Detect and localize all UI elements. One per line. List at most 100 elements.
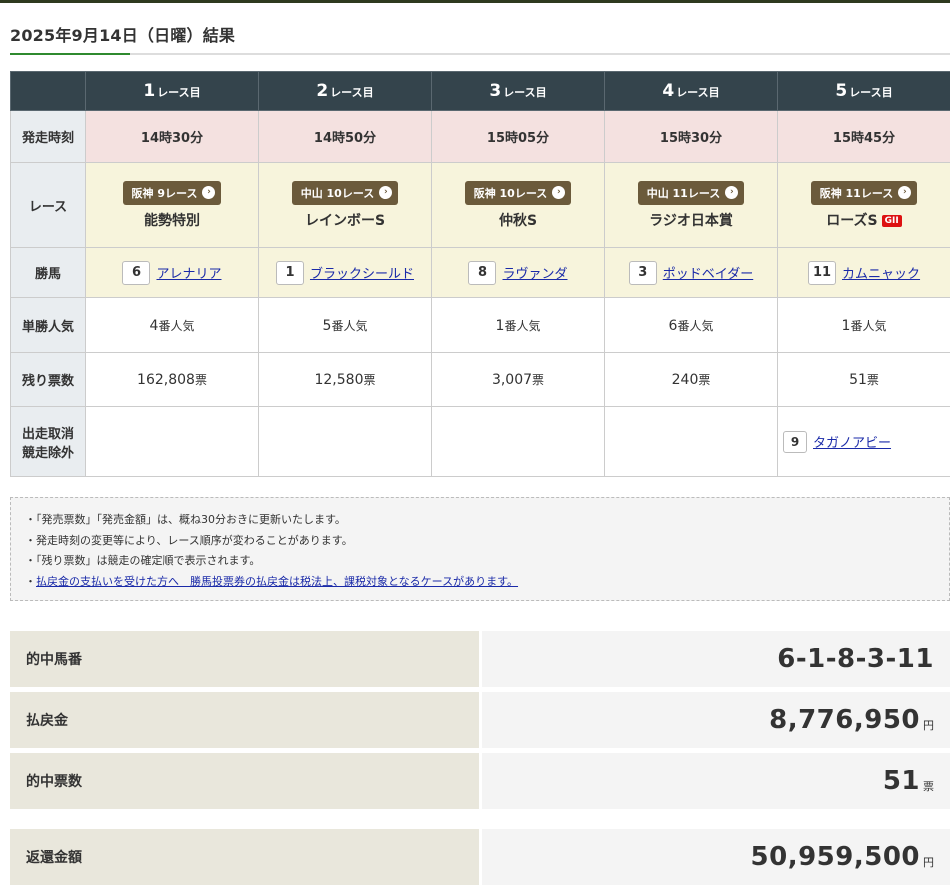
results-table: 1 レース目 2 レース目 3 レース目 4 レース目 5 レース目 発走時刻 14時30… — [10, 71, 950, 477]
race-name-4: ラジオ日本賞 — [649, 212, 733, 229]
note-link-item: 払戻金の支払いを受けた方へ 勝馬投票券の払戻金は税法上、課税対象となるケースがあ… — [25, 572, 935, 593]
summary-value-box: 8,776,950 円 — [482, 692, 950, 748]
horse-name-link[interactable]: ブラックシールド — [310, 263, 414, 282]
race-cell-2: 中山 10レース › レインボーS — [258, 162, 432, 248]
remaining-3: 3,007票 — [431, 352, 605, 407]
horse-number: 1 — [275, 260, 304, 285]
note-item: 発走時刻の変更等により、レース順序が変わることがあります。 — [25, 531, 935, 552]
remaining-tickets-row: 残り票数 162,808票 12,580票 3,007票 240票 51票 — [10, 352, 950, 407]
header-corner — [10, 71, 86, 111]
row-label-race: レース — [10, 162, 86, 248]
winner-cell-4: 3 ポッドベイダー — [604, 247, 778, 298]
row-label-scratch: 出走取消 競走除外 — [10, 406, 86, 477]
winner-row: 勝馬 6 アレナリア 1 ブラックシールド 8 ラヴァンダ 3 ポッドベイダー 11 カム… — [10, 247, 950, 298]
chevron-right-icon: › — [725, 186, 739, 199]
popularity-5: 1番人気 — [777, 297, 950, 353]
title-divider — [10, 53, 950, 55]
row-label-winner: 勝馬 — [10, 247, 86, 298]
summary-label: 的中馬番 — [10, 631, 479, 687]
remaining-2: 12,580票 — [258, 352, 432, 407]
summary-hit-tickets: 的中票数 51 票 — [10, 753, 950, 809]
chevron-right-icon: › — [379, 186, 393, 199]
horse-name-link[interactable]: ラヴァンダ — [502, 263, 567, 282]
hit-tickets-unit: 票 — [923, 780, 934, 793]
winner-cell-5: 11 カムニャック — [777, 247, 950, 298]
page-title: 2025年9月14日（日曜）結果 — [10, 26, 236, 45]
popularity-3: 1番人気 — [431, 297, 605, 353]
top-border — [0, 0, 950, 3]
horse-name-link[interactable]: アレナリア — [156, 263, 221, 282]
race-row: レース 阪神 9レース › 能勢特別 中山 10レース › レインボーS 阪神 10… — [10, 162, 950, 248]
scratch-cell-2 — [258, 406, 432, 477]
horse-name-link[interactable]: ポッドベイダー — [663, 263, 753, 282]
scratch-cell-5: 9 タガノアビー — [777, 406, 950, 477]
horse-number: 6 — [122, 260, 151, 285]
race-cell-3: 阪神 10レース › 仲秋S — [431, 162, 605, 248]
race-cell-5: 阪神 11レース › ローズS GII — [777, 162, 950, 248]
race-header-4: 4 レース目 — [604, 71, 778, 111]
race-name-5: ローズS GII — [778, 210, 950, 230]
row-label-remaining: 残り票数 — [10, 352, 86, 407]
start-time-5: 15時45分 — [777, 110, 950, 163]
horse-number: 11 — [807, 260, 837, 285]
start-time-row: 発走時刻 14時30分 14時50分 15時05分 15時30分 15時45分 — [10, 110, 950, 163]
race-link-button-5[interactable]: 阪神 11レース › — [810, 180, 918, 205]
popularity-4: 6番人気 — [604, 297, 778, 353]
summary-hit-numbers: 的中馬番 6-1-8-3-11 — [10, 631, 950, 687]
notes-box: 「発売票数」「発売金額」は、概ね30分おきに更新いたします。 発走時刻の変更等に… — [10, 497, 950, 601]
scratch-cell-1 — [85, 406, 259, 477]
tax-info-link[interactable]: 払戻金の支払いを受けた方へ 勝馬投票券の払戻金は税法上、課税対象となるケースがあ… — [36, 575, 518, 588]
race-header-1: 1 レース目 — [85, 71, 259, 111]
remaining-1: 162,808票 — [85, 352, 259, 407]
race-name-1: 能勢特別 — [144, 212, 200, 229]
row-label-popularity: 単勝人気 — [10, 297, 86, 353]
summary-label: 的中票数 — [10, 753, 479, 809]
scratch-row: 出走取消 競走除外 9 タガノアビー — [10, 406, 950, 477]
summary-value-box: 51 票 — [482, 753, 950, 809]
race-cell-4: 中山 11レース › ラジオ日本賞 — [604, 162, 778, 248]
summary-value-box: 50,959,500 円 — [482, 829, 950, 885]
summary-payout: 払戻金 8,776,950 円 — [10, 692, 950, 748]
payout-value: 8,776,950 — [769, 705, 920, 735]
horse-number: 3 — [628, 260, 657, 285]
grade-badge: GII — [881, 214, 902, 227]
summary-refund: 返還金額 50,959,500 円 — [10, 829, 950, 885]
race-link-button-1[interactable]: 阪神 9レース › — [122, 180, 222, 205]
refund-value: 50,959,500 — [750, 842, 920, 872]
winner-cell-1: 6 アレナリア — [85, 247, 259, 298]
refund-unit: 円 — [923, 856, 934, 869]
race-name-3: 仲秋S — [498, 212, 538, 229]
title-divider-accent — [10, 53, 130, 55]
popularity-2: 5番人気 — [258, 297, 432, 353]
chevron-right-icon: › — [552, 186, 566, 199]
horse-name-link[interactable]: カムニャック — [842, 263, 920, 282]
start-time-3: 15時05分 — [431, 110, 605, 163]
note-item: 「発売票数」「発売金額」は、概ね30分おきに更新いたします。 — [25, 510, 935, 531]
note-item: 「残り票数」は競走の確定順で表示されます。 — [25, 551, 935, 572]
horse-number: 8 — [468, 260, 497, 285]
summary-value-box: 6-1-8-3-11 — [482, 631, 950, 687]
scratch-cell-3 — [431, 406, 605, 477]
hit-numbers-value: 6-1-8-3-11 — [777, 644, 934, 674]
winner-cell-3: 8 ラヴァンダ — [431, 247, 605, 298]
hit-tickets-value: 51 — [882, 766, 920, 796]
race-link-button-3[interactable]: 阪神 10レース › — [464, 180, 572, 205]
race-link-button-4[interactable]: 中山 11レース › — [637, 180, 745, 205]
start-time-1: 14時30分 — [85, 110, 259, 163]
summary-label: 払戻金 — [10, 692, 479, 748]
scratch-horse-link[interactable]: タガノアビー — [813, 432, 891, 451]
race-header-2: 2 レース目 — [258, 71, 432, 111]
chevron-right-icon: › — [202, 186, 216, 199]
chevron-right-icon: › — [898, 186, 912, 199]
scratch-cell-4 — [604, 406, 778, 477]
race-header-5: 5 レース目 — [777, 71, 950, 111]
remaining-4: 240票 — [604, 352, 778, 407]
popularity-1: 4番人気 — [85, 297, 259, 353]
scratch-horse-number: 9 — [783, 430, 807, 453]
race-cell-1: 阪神 9レース › 能勢特別 — [85, 162, 259, 248]
race-link-button-2[interactable]: 中山 10レース › — [291, 180, 399, 205]
payout-unit: 円 — [923, 719, 934, 732]
start-time-4: 15時30分 — [604, 110, 778, 163]
race-header-row: 1 レース目 2 レース目 3 レース目 4 レース目 5 レース目 — [10, 71, 950, 111]
summary-label: 返還金額 — [10, 829, 479, 885]
